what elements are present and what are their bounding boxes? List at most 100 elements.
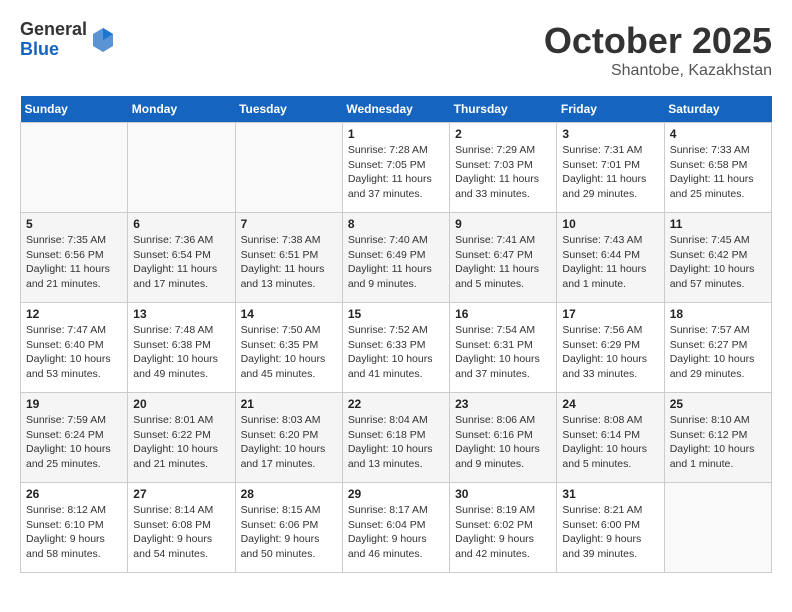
logo-blue-text: Blue bbox=[20, 40, 87, 60]
day-number: 4 bbox=[670, 127, 766, 141]
day-info: Sunrise: 7:54 AM Sunset: 6:31 PM Dayligh… bbox=[455, 323, 551, 382]
day-number: 21 bbox=[241, 397, 337, 411]
weekday-row: SundayMondayTuesdayWednesdayThursdayFrid… bbox=[21, 96, 772, 123]
day-number: 29 bbox=[348, 487, 444, 501]
day-info: Sunrise: 8:01 AM Sunset: 6:22 PM Dayligh… bbox=[133, 413, 229, 472]
day-number: 16 bbox=[455, 307, 551, 321]
calendar-header: SundayMondayTuesdayWednesdayThursdayFrid… bbox=[21, 96, 772, 123]
day-cell: 15 Sunrise: 7:52 AM Sunset: 6:33 PM Dayli… bbox=[342, 303, 449, 393]
day-info: Sunrise: 8:12 AM Sunset: 6:10 PM Dayligh… bbox=[26, 503, 122, 562]
logo-icon bbox=[91, 26, 115, 54]
day-info: Sunrise: 8:15 AM Sunset: 6:06 PM Dayligh… bbox=[241, 503, 337, 562]
week-row-4: 19 Sunrise: 7:59 AM Sunset: 6:24 PM Dayli… bbox=[21, 393, 772, 483]
day-number: 25 bbox=[670, 397, 766, 411]
weekday-header-thursday: Thursday bbox=[450, 96, 557, 123]
day-cell: 20 Sunrise: 8:01 AM Sunset: 6:22 PM Dayli… bbox=[128, 393, 235, 483]
day-info: Sunrise: 7:43 AM Sunset: 6:44 PM Dayligh… bbox=[562, 233, 658, 292]
day-number: 13 bbox=[133, 307, 229, 321]
day-info: Sunrise: 7:41 AM Sunset: 6:47 PM Dayligh… bbox=[455, 233, 551, 292]
day-cell: 30 Sunrise: 8:19 AM Sunset: 6:02 PM Dayli… bbox=[450, 483, 557, 573]
weekday-header-saturday: Saturday bbox=[664, 96, 771, 123]
day-cell: 6Sunrise: 7:36 AM Sunset: 6:54 PM Daylig… bbox=[128, 213, 235, 303]
day-cell bbox=[128, 123, 235, 213]
day-cell: 13 Sunrise: 7:48 AM Sunset: 6:38 PM Dayli… bbox=[128, 303, 235, 393]
day-cell: 12Sunrise: 7:47 AM Sunset: 6:40 PM Dayli… bbox=[21, 303, 128, 393]
day-info: Sunrise: 7:40 AM Sunset: 6:49 PM Dayligh… bbox=[348, 233, 444, 292]
week-row-2: 5 Sunrise: 7:35 AM Sunset: 6:56 PM Daylig… bbox=[21, 213, 772, 303]
week-row-1: 1 Sunrise: 7:28 AM Sunset: 7:05 PM Daylig… bbox=[21, 123, 772, 213]
day-cell: 4 Sunrise: 7:33 AM Sunset: 6:58 PM Daylig… bbox=[664, 123, 771, 213]
day-cell: 5 Sunrise: 7:35 AM Sunset: 6:56 PM Daylig… bbox=[21, 213, 128, 303]
weekday-header-monday: Monday bbox=[128, 96, 235, 123]
day-info: Sunrise: 7:35 AM Sunset: 6:56 PM Dayligh… bbox=[26, 233, 122, 292]
day-info: Sunrise: 7:45 AM Sunset: 6:42 PM Dayligh… bbox=[670, 233, 766, 292]
month-title: October 2025 bbox=[544, 20, 772, 62]
day-number: 9 bbox=[455, 217, 551, 231]
day-cell: 17Sunrise: 7:56 AM Sunset: 6:29 PM Dayli… bbox=[557, 303, 664, 393]
day-cell bbox=[664, 483, 771, 573]
title-block: October 2025 Shantobe, Kazakhstan bbox=[544, 20, 772, 80]
day-info: Sunrise: 8:06 AM Sunset: 6:16 PM Dayligh… bbox=[455, 413, 551, 472]
day-info: Sunrise: 7:31 AM Sunset: 7:01 PM Dayligh… bbox=[562, 143, 658, 202]
day-number: 11 bbox=[670, 217, 766, 231]
weekday-header-sunday: Sunday bbox=[21, 96, 128, 123]
day-number: 22 bbox=[348, 397, 444, 411]
day-info: Sunrise: 7:28 AM Sunset: 7:05 PM Dayligh… bbox=[348, 143, 444, 202]
day-cell: 26 Sunrise: 8:12 AM Sunset: 6:10 PM Dayli… bbox=[21, 483, 128, 573]
day-number: 3 bbox=[562, 127, 658, 141]
day-info: Sunrise: 8:19 AM Sunset: 6:02 PM Dayligh… bbox=[455, 503, 551, 562]
day-cell: 29 Sunrise: 8:17 AM Sunset: 6:04 PM Dayli… bbox=[342, 483, 449, 573]
day-number: 10 bbox=[562, 217, 658, 231]
day-info: Sunrise: 8:03 AM Sunset: 6:20 PM Dayligh… bbox=[241, 413, 337, 472]
day-info: Sunrise: 7:48 AM Sunset: 6:38 PM Dayligh… bbox=[133, 323, 229, 382]
day-cell: 25Sunrise: 8:10 AM Sunset: 6:12 PM Dayli… bbox=[664, 393, 771, 483]
day-info: Sunrise: 7:57 AM Sunset: 6:27 PM Dayligh… bbox=[670, 323, 766, 382]
day-cell: 22 Sunrise: 8:04 AM Sunset: 6:18 PM Dayli… bbox=[342, 393, 449, 483]
day-info: Sunrise: 7:50 AM Sunset: 6:35 PM Dayligh… bbox=[241, 323, 337, 382]
day-cell: 23 Sunrise: 8:06 AM Sunset: 6:16 PM Dayli… bbox=[450, 393, 557, 483]
day-number: 17 bbox=[562, 307, 658, 321]
day-cell: 3 Sunrise: 7:31 AM Sunset: 7:01 PM Daylig… bbox=[557, 123, 664, 213]
day-number: 19 bbox=[26, 397, 122, 411]
day-cell: 24Sunrise: 8:08 AM Sunset: 6:14 PM Dayli… bbox=[557, 393, 664, 483]
logo: General Blue bbox=[20, 20, 115, 60]
day-info: Sunrise: 7:38 AM Sunset: 6:51 PM Dayligh… bbox=[241, 233, 337, 292]
day-number: 20 bbox=[133, 397, 229, 411]
day-number: 27 bbox=[133, 487, 229, 501]
day-number: 30 bbox=[455, 487, 551, 501]
calendar-table: SundayMondayTuesdayWednesdayThursdayFrid… bbox=[20, 96, 772, 573]
day-cell: 19 Sunrise: 7:59 AM Sunset: 6:24 PM Dayli… bbox=[21, 393, 128, 483]
day-cell: 8 Sunrise: 7:40 AM Sunset: 6:49 PM Daylig… bbox=[342, 213, 449, 303]
day-cell bbox=[21, 123, 128, 213]
day-cell: 11 Sunrise: 7:45 AM Sunset: 6:42 PM Dayli… bbox=[664, 213, 771, 303]
day-cell: 18Sunrise: 7:57 AM Sunset: 6:27 PM Dayli… bbox=[664, 303, 771, 393]
week-row-5: 26 Sunrise: 8:12 AM Sunset: 6:10 PM Dayli… bbox=[21, 483, 772, 573]
day-number: 8 bbox=[348, 217, 444, 231]
day-cell: 28Sunrise: 8:15 AM Sunset: 6:06 PM Dayli… bbox=[235, 483, 342, 573]
day-info: Sunrise: 8:14 AM Sunset: 6:08 PM Dayligh… bbox=[133, 503, 229, 562]
day-info: Sunrise: 7:59 AM Sunset: 6:24 PM Dayligh… bbox=[26, 413, 122, 472]
day-number: 31 bbox=[562, 487, 658, 501]
day-cell: 14 Sunrise: 7:50 AM Sunset: 6:35 PM Dayli… bbox=[235, 303, 342, 393]
day-info: Sunrise: 8:17 AM Sunset: 6:04 PM Dayligh… bbox=[348, 503, 444, 562]
day-number: 5 bbox=[26, 217, 122, 231]
weekday-header-wednesday: Wednesday bbox=[342, 96, 449, 123]
day-number: 15 bbox=[348, 307, 444, 321]
location: Shantobe, Kazakhstan bbox=[544, 62, 772, 80]
day-cell bbox=[235, 123, 342, 213]
weekday-header-tuesday: Tuesday bbox=[235, 96, 342, 123]
day-number: 26 bbox=[26, 487, 122, 501]
day-cell: 1 Sunrise: 7:28 AM Sunset: 7:05 PM Daylig… bbox=[342, 123, 449, 213]
day-info: Sunrise: 8:04 AM Sunset: 6:18 PM Dayligh… bbox=[348, 413, 444, 472]
day-number: 14 bbox=[241, 307, 337, 321]
day-number: 23 bbox=[455, 397, 551, 411]
day-info: Sunrise: 8:08 AM Sunset: 6:14 PM Dayligh… bbox=[562, 413, 658, 472]
day-number: 1 bbox=[348, 127, 444, 141]
day-number: 12 bbox=[26, 307, 122, 321]
day-info: Sunrise: 7:33 AM Sunset: 6:58 PM Dayligh… bbox=[670, 143, 766, 202]
page-header: General Blue October 2025 Shantobe, Kaza… bbox=[20, 20, 772, 80]
day-info: Sunrise: 7:52 AM Sunset: 6:33 PM Dayligh… bbox=[348, 323, 444, 382]
day-cell: 2Sunrise: 7:29 AM Sunset: 7:03 PM Daylig… bbox=[450, 123, 557, 213]
day-number: 7 bbox=[241, 217, 337, 231]
day-info: Sunrise: 8:21 AM Sunset: 6:00 PM Dayligh… bbox=[562, 503, 658, 562]
